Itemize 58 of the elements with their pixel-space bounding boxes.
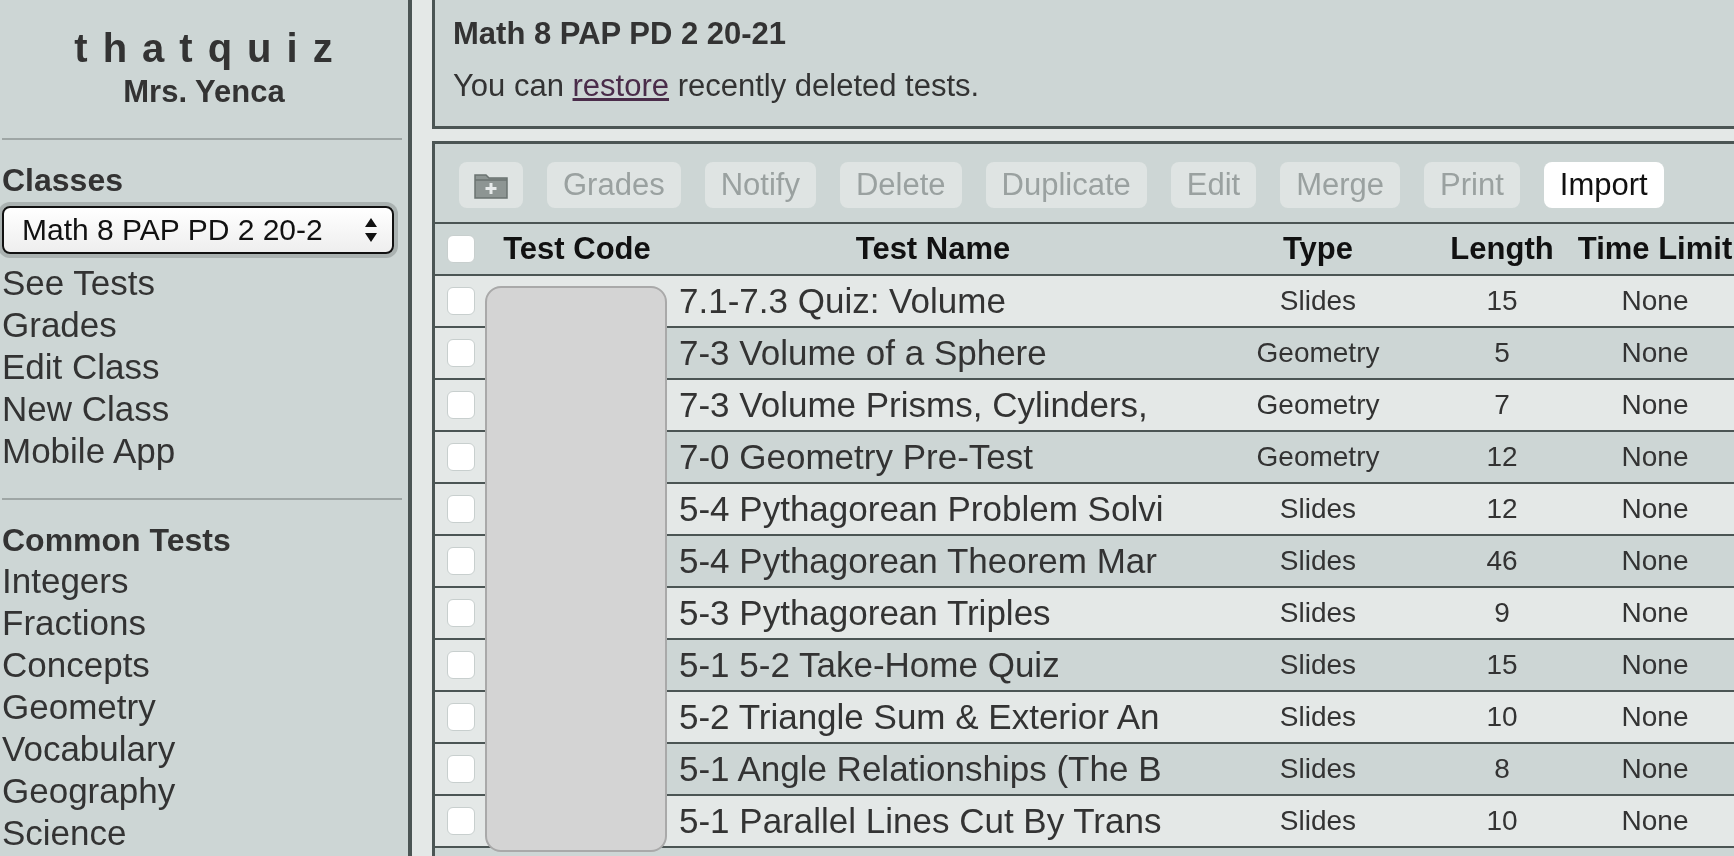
row-checkbox[interactable]	[447, 807, 475, 835]
sidebar-link[interactable]: Geometry	[0, 686, 156, 728]
length-cell: 5	[1449, 328, 1555, 378]
class-title: Math 8 PAP PD 2 20-21	[453, 16, 788, 52]
test-name-cell[interactable]: 5-1 5-2 Take-Home Quiz	[667, 640, 1187, 690]
type-cell: Slides	[1187, 640, 1449, 690]
toolbar-button[interactable]: Import	[1543, 162, 1664, 208]
sidebar-link[interactable]: Concepts	[0, 644, 150, 686]
section-heading: Classes	[1, 161, 124, 200]
test-name-cell[interactable]: 5-1 Angle Relationships (The B	[667, 744, 1187, 794]
row-checkbox[interactable]	[447, 443, 475, 471]
sidebar-link[interactable]: Geography	[0, 770, 176, 812]
row-checkbox[interactable]	[447, 495, 475, 523]
type-cell: Geometry	[1187, 328, 1449, 378]
row-checkbox[interactable]	[447, 287, 475, 315]
sidebar-link[interactable]: Fractions	[0, 602, 146, 644]
row-checkbox[interactable]	[447, 547, 475, 575]
time-limit-cell: None	[1555, 536, 1734, 586]
column-header: Time Limit	[1576, 230, 1734, 268]
time-limit-cell: None	[1555, 640, 1734, 690]
row-checkbox[interactable]	[447, 339, 475, 367]
length-cell: 8	[1449, 744, 1555, 794]
sidebar-link[interactable]: Grades	[0, 304, 117, 346]
row-checkbox[interactable]	[447, 755, 475, 783]
restore-link[interactable]: restore	[572, 68, 669, 103]
teacher-name: Mrs. Yenca	[122, 73, 286, 111]
column-header: Test Name	[854, 230, 1012, 268]
row-checkbox[interactable]	[447, 703, 475, 731]
time-limit-cell: None	[1555, 328, 1734, 378]
select-all-checkbox[interactable]	[447, 235, 475, 263]
test-name-cell[interactable]: 7-3 Volume of a Sphere	[667, 328, 1187, 378]
column-header: Length	[1449, 230, 1555, 268]
logo: thatquiz	[73, 25, 349, 72]
type-cell: Geometry	[1187, 432, 1449, 482]
sidebar-link[interactable]: Science	[0, 812, 127, 854]
dropdown-arrows-icon	[364, 217, 378, 243]
time-limit-cell: None	[1555, 744, 1734, 794]
row-checkbox[interactable]	[447, 391, 475, 419]
test-name-cell[interactable]: 7-0 Geometry Pre-Test	[667, 432, 1187, 482]
sidebar-link[interactable]: Vocabulary	[0, 728, 176, 770]
section-heading: Common Tests	[1, 521, 232, 560]
type-cell: Slides	[1187, 744, 1449, 794]
row-checkbox[interactable]	[447, 651, 475, 679]
sidebar-link[interactable]: New Class	[0, 388, 170, 430]
test-name-cell[interactable]: 5-4 Pythagorean Theorem Mar	[667, 536, 1187, 586]
time-limit-cell: None	[1555, 432, 1734, 482]
sidebar-link[interactable]: Mobile App	[0, 430, 176, 472]
column-header: Type	[1281, 230, 1355, 268]
sidebar-link[interactable]: See Tests	[0, 262, 156, 304]
length-cell: 12	[1449, 432, 1555, 482]
length-cell: 46	[1449, 536, 1555, 586]
row-checkbox[interactable]	[447, 599, 475, 627]
type-cell: Slides	[1187, 536, 1449, 586]
sidebar-link[interactable]: Edit Class	[0, 346, 160, 388]
column-header: Test Code	[502, 230, 652, 268]
sidebar-link[interactable]: Integers	[0, 560, 129, 602]
length-cell: 15	[1449, 640, 1555, 690]
info-message: You can restore recently deleted tests.	[453, 68, 981, 104]
